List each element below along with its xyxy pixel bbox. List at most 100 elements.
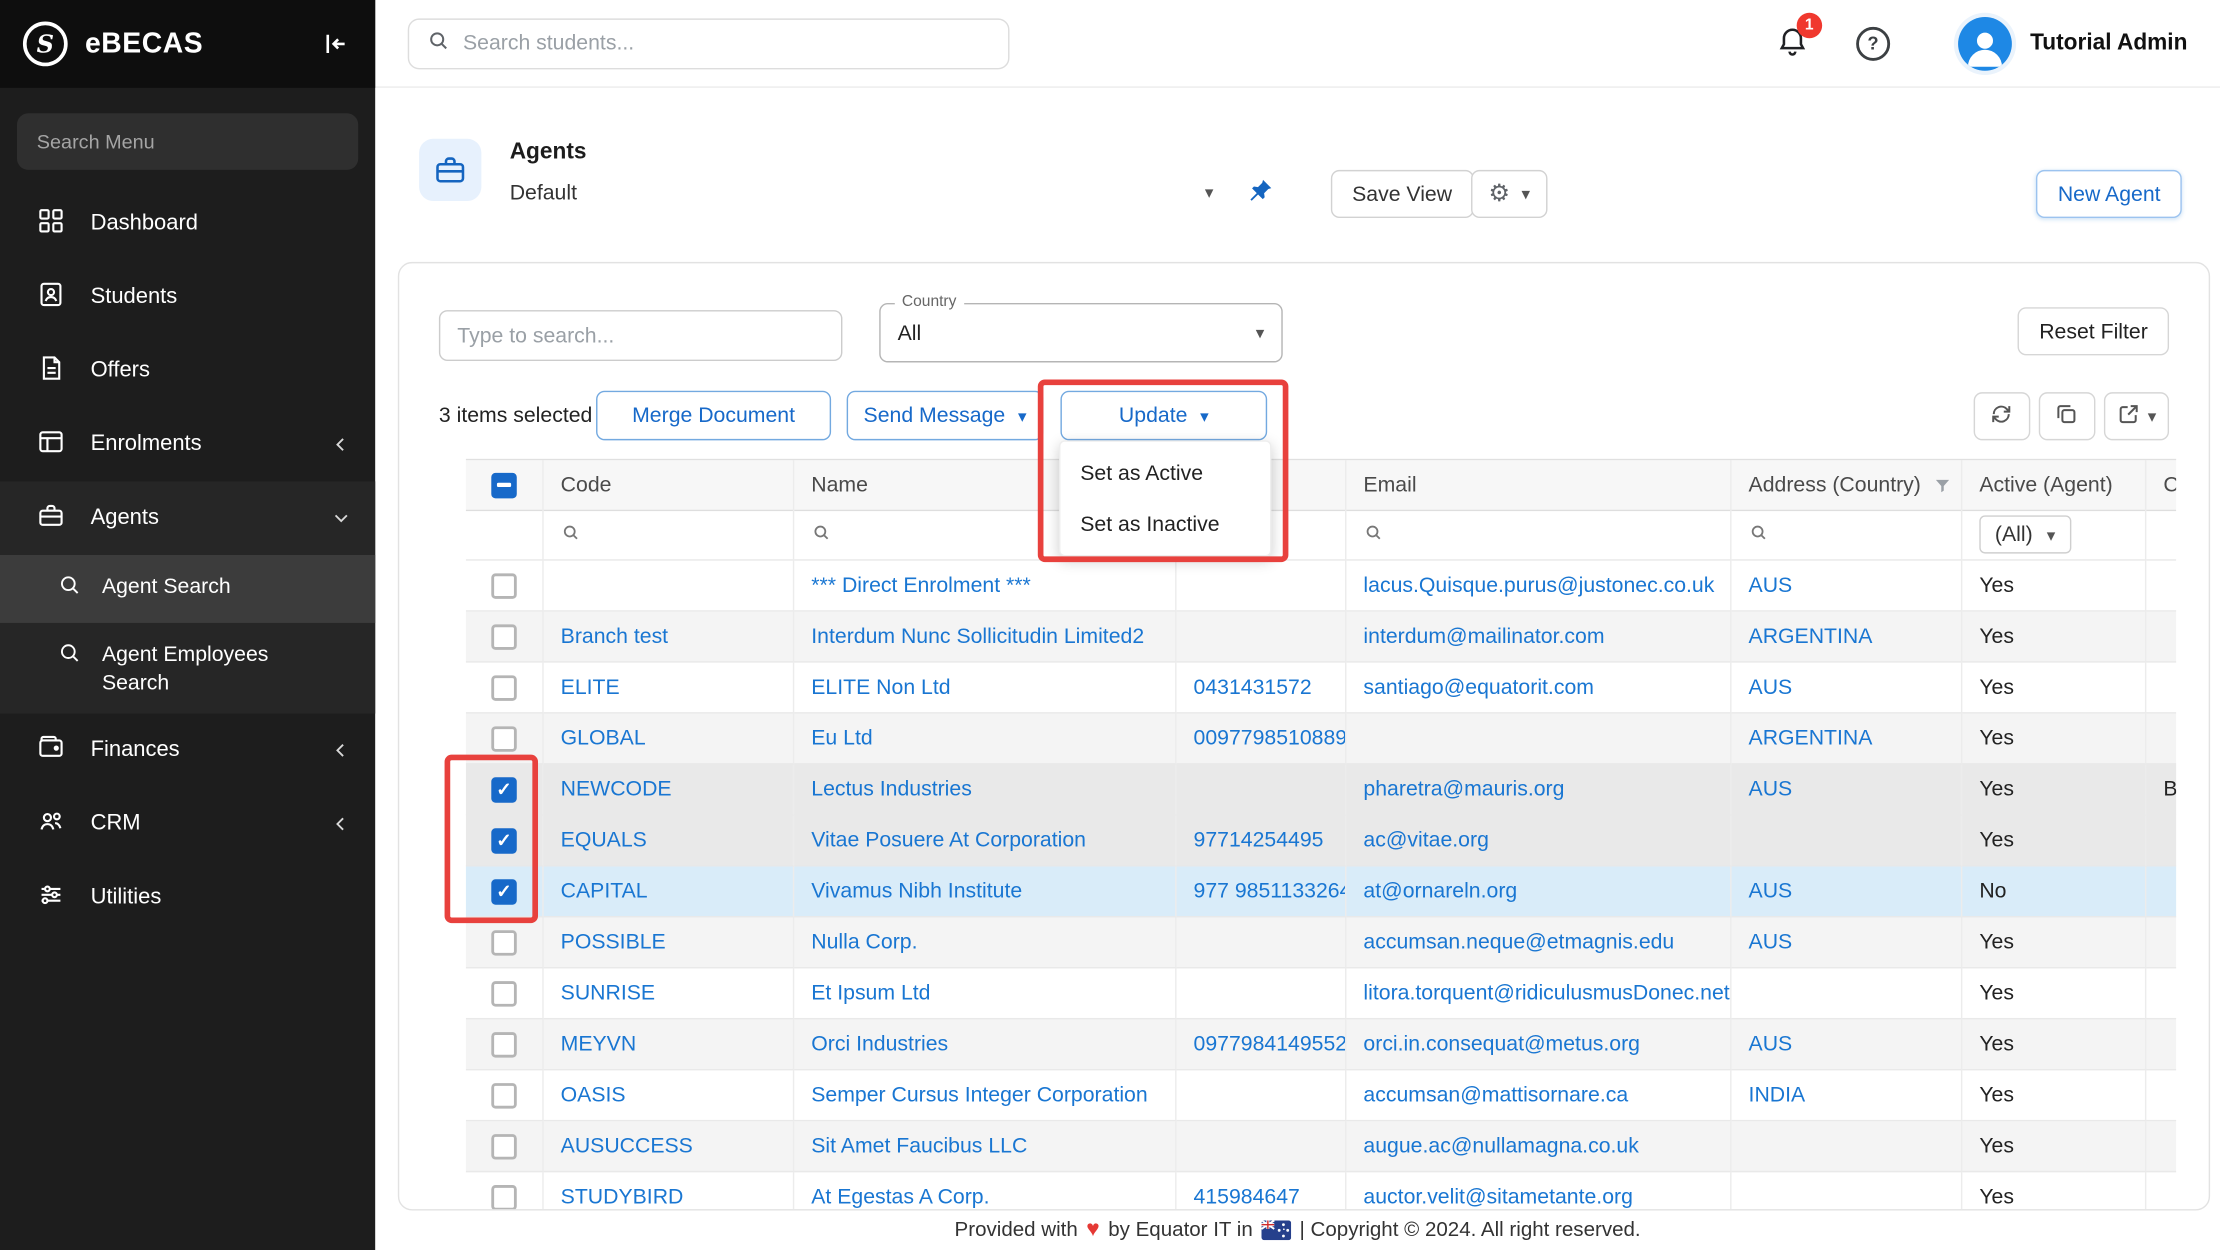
phone-link[interactable]: 977 9851133264 [1194, 879, 1347, 903]
row-checkbox[interactable] [491, 573, 516, 598]
email-link[interactable]: accumsan.neque@etmagnis.edu [1363, 930, 1674, 954]
sidebar-item-agent-search[interactable]: Agent Search [0, 555, 375, 623]
column-header-extra[interactable]: C [2146, 460, 2176, 511]
reset-filter-button[interactable]: Reset Filter [2018, 307, 2169, 355]
email-link[interactable]: auctor.velit@sitametante.org [1363, 1185, 1632, 1209]
name-link[interactable]: *** Direct Enrolment *** [811, 573, 1031, 597]
row-checkbox[interactable] [491, 624, 516, 649]
row-checkbox[interactable] [491, 828, 516, 853]
code-link[interactable]: GLOBAL [561, 726, 646, 750]
table-search-input[interactable] [439, 310, 843, 361]
country-link[interactable]: AUS [1749, 879, 1793, 903]
name-link[interactable]: Interdum Nunc Sollicitudin Limited2 [811, 624, 1144, 648]
code-link[interactable]: ELITE [561, 675, 620, 699]
phone-link[interactable]: 09779841495529 [1194, 1032, 1347, 1056]
code-link[interactable]: POSSIBLE [561, 930, 666, 954]
filter-cell-code[interactable] [544, 510, 795, 561]
column-header-country[interactable]: Address (Country) [1732, 460, 1963, 511]
phone-link[interactable]: 009779851088964 [1194, 726, 1347, 750]
name-link[interactable]: Orci Industries [811, 1032, 948, 1056]
phone-link[interactable]: 415984647 [1194, 1185, 1300, 1209]
sidebar-item-agents[interactable]: Agents [0, 481, 375, 555]
notifications-button[interactable]: 1 [1768, 19, 1816, 67]
code-link[interactable]: MEYVN [561, 1032, 637, 1056]
active-filter-select[interactable]: (All) ▾ [1979, 515, 2071, 553]
column-header-active[interactable]: Active (Agent) [1962, 460, 2146, 511]
row-checkbox[interactable] [491, 1031, 516, 1056]
send-message-button[interactable]: Send Message ▾ [847, 391, 1044, 441]
code-link[interactable]: SUNRISE [561, 981, 655, 1005]
row-checkbox[interactable] [491, 726, 516, 751]
name-link[interactable]: Eu Ltd [811, 726, 872, 750]
country-filter-select[interactable]: Country All ▾ [879, 303, 1283, 362]
email-link[interactable]: ac@vitae.org [1363, 828, 1488, 852]
name-link[interactable]: Et Ipsum Ltd [811, 981, 930, 1005]
country-link[interactable]: AUS [1749, 1032, 1793, 1056]
phone-link[interactable]: 97714254495 [1194, 828, 1324, 852]
country-link[interactable]: AUS [1749, 573, 1793, 597]
email-link[interactable]: at@ornareln.org [1363, 879, 1517, 903]
menu-item-set-as-inactive[interactable]: Set as Inactive [1060, 498, 1270, 549]
name-link[interactable]: Lectus Industries [811, 777, 972, 801]
filter-funnel-icon[interactable] [1932, 475, 1952, 495]
sidebar-item-students[interactable]: Students [0, 261, 375, 335]
email-link[interactable]: litora.torquent@ridiculusmusDonec.net [1363, 981, 1729, 1005]
sidebar-collapse-icon[interactable] [316, 24, 356, 64]
row-checkbox[interactable] [491, 1184, 516, 1209]
export-button[interactable]: ▾ [2104, 392, 2169, 440]
name-link[interactable]: Nulla Corp. [811, 930, 917, 954]
code-link[interactable]: OASIS [561, 1083, 626, 1107]
avatar[interactable] [1958, 16, 2012, 70]
filter-cell-email[interactable] [1346, 510, 1731, 561]
row-checkbox[interactable] [491, 777, 516, 802]
email-link[interactable]: interdum@mailinator.com [1363, 624, 1604, 648]
row-checkbox[interactable] [491, 1133, 516, 1158]
name-link[interactable]: Vitae Posuere At Corporation [811, 828, 1086, 852]
column-header-code[interactable]: Code [544, 460, 795, 511]
name-link[interactable]: Sit Amet Faucibus LLC [811, 1134, 1027, 1158]
code-link[interactable]: Branch test [561, 624, 668, 648]
column-header-email[interactable]: Email [1346, 460, 1731, 511]
select-all-checkbox[interactable] [491, 472, 516, 497]
email-link[interactable]: pharetra@mauris.org [1363, 777, 1564, 801]
sidebar-item-utilities[interactable]: Utilities [0, 861, 375, 935]
country-link[interactable]: AUS [1749, 930, 1793, 954]
row-checkbox[interactable] [491, 879, 516, 904]
email-link[interactable]: orci.in.consequat@metus.org [1363, 1032, 1640, 1056]
row-checkbox[interactable] [491, 675, 516, 700]
phone-link[interactable]: 0431431572 [1194, 675, 1312, 699]
save-view-button[interactable]: Save View [1331, 170, 1473, 218]
row-checkbox[interactable] [491, 1082, 516, 1107]
code-link[interactable]: CAPITAL [561, 879, 648, 903]
code-link[interactable]: STUDYBIRD [561, 1185, 684, 1209]
menu-item-set-as-active[interactable]: Set as Active [1060, 447, 1270, 498]
sidebar-item-crm[interactable]: CRM [0, 787, 375, 861]
code-link[interactable]: EQUALS [561, 828, 647, 852]
pin-view-button[interactable] [1242, 176, 1279, 213]
view-settings-button[interactable]: ⚙ ▾ [1471, 170, 1547, 218]
country-link[interactable]: INDIA [1749, 1083, 1806, 1107]
view-selector[interactable]: Default ▾ [510, 173, 1214, 213]
email-link[interactable]: augue.ac@nullamagna.co.uk [1363, 1134, 1638, 1158]
sidebar-item-offers[interactable]: Offers [0, 334, 375, 408]
country-link[interactable]: ARGENTINA [1749, 726, 1873, 750]
update-button[interactable]: Update ▾ [1060, 391, 1267, 441]
refresh-button[interactable] [1974, 392, 2031, 440]
name-link[interactable]: Semper Cursus Integer Corporation [811, 1083, 1147, 1107]
country-link[interactable]: AUS [1749, 777, 1793, 801]
email-link[interactable]: lacus.Quisque.purus@justonec.co.uk [1363, 573, 1714, 597]
name-link[interactable]: At Egestas A Corp. [811, 1185, 989, 1209]
row-checkbox[interactable] [491, 980, 516, 1005]
sidebar-item-agent-employees-search[interactable]: Agent Employees Search [0, 623, 375, 714]
filter-cell-country[interactable] [1732, 510, 1963, 561]
new-agent-button[interactable]: New Agent [2037, 170, 2182, 218]
name-link[interactable]: ELITE Non Ltd [811, 675, 950, 699]
country-link[interactable]: AUS [1749, 675, 1793, 699]
menu-search-input[interactable] [17, 113, 358, 170]
sidebar-item-finances[interactable]: Finances [0, 714, 375, 788]
email-link[interactable]: accumsan@mattisornare.ca [1363, 1083, 1628, 1107]
sidebar-item-enrolments[interactable]: Enrolments [0, 408, 375, 482]
name-link[interactable]: Vivamus Nibh Institute [811, 879, 1022, 903]
row-checkbox[interactable] [491, 929, 516, 954]
code-link[interactable]: AUSUCCESS [561, 1134, 693, 1158]
